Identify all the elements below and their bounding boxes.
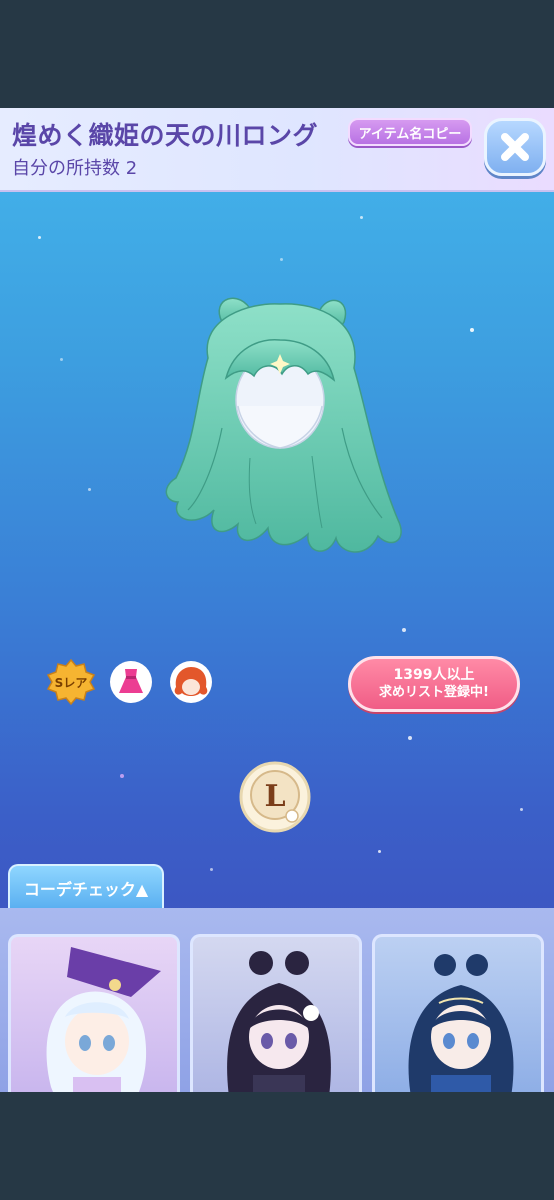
hair-icon: [170, 661, 212, 703]
sparkle: [88, 488, 91, 491]
coordinate-avatar-image: [227, 951, 331, 1092]
item-header: 煌めく織姫の天の川ロング 自分の所持数 2 アイテム名コピー: [0, 108, 554, 192]
close-button[interactable]: [484, 118, 546, 176]
owned-label: 自分の所持数: [12, 158, 120, 179]
shop-l-badge[interactable]: L: [238, 760, 312, 834]
close-icon: [501, 133, 529, 161]
status-bar-area: [0, 0, 554, 108]
item-detail-screen: 煌めく織姫の天の川ロング 自分の所持数 2 アイテム名コピー Sレア 1399人…: [0, 108, 554, 1092]
coordinate-avatar-image: [408, 954, 514, 1092]
coordinate-card[interactable]: [8, 934, 180, 1092]
sparkle: [210, 868, 213, 871]
rarity-label: Sレア: [55, 676, 88, 690]
dress-icon: [110, 661, 152, 703]
rarity-medal-icon: Sレア: [46, 658, 96, 706]
coordinate-panel: [0, 908, 554, 1092]
sparkle: [280, 258, 283, 261]
coordinate-check-tab[interactable]: コーデチェック▲: [8, 864, 164, 910]
wishlist-status-button[interactable]: 1399人以上 求めリスト登録中!: [348, 656, 520, 712]
l-coin-icon: L: [239, 761, 311, 833]
sparkle: [120, 774, 124, 778]
owned-count: 自分の所持数 2: [12, 154, 137, 180]
sparkle: [408, 736, 412, 740]
sparkle: [378, 850, 381, 853]
sparkle: [360, 216, 363, 219]
wishlist-status: 求めリスト登録中!: [379, 685, 489, 700]
copy-item-name-button[interactable]: アイテム名コピー: [348, 118, 472, 146]
item-badges: Sレア: [46, 658, 216, 706]
sparkle: [38, 236, 41, 239]
coordinate-avatar-image: [46, 947, 161, 1092]
sparkle: [402, 628, 406, 632]
hair-category-badge: [166, 658, 216, 706]
item-title: 煌めく織姫の天の川ロング: [12, 121, 319, 150]
sparkle: [470, 328, 474, 332]
dress-category-badge: [106, 658, 156, 706]
l-letter: L: [264, 779, 285, 814]
coordinate-card[interactable]: [190, 934, 362, 1092]
sparkle: [520, 808, 523, 811]
owned-number: 2: [125, 158, 138, 179]
wishlist-count: 1399人以上: [393, 667, 475, 683]
sparkle: [60, 358, 63, 361]
coordinate-card[interactable]: [372, 934, 544, 1092]
hair-item-image: [165, 297, 402, 553]
home-indicator-area: [0, 1092, 554, 1200]
item-preview: [130, 288, 430, 588]
rarity-badge: Sレア: [46, 658, 96, 706]
